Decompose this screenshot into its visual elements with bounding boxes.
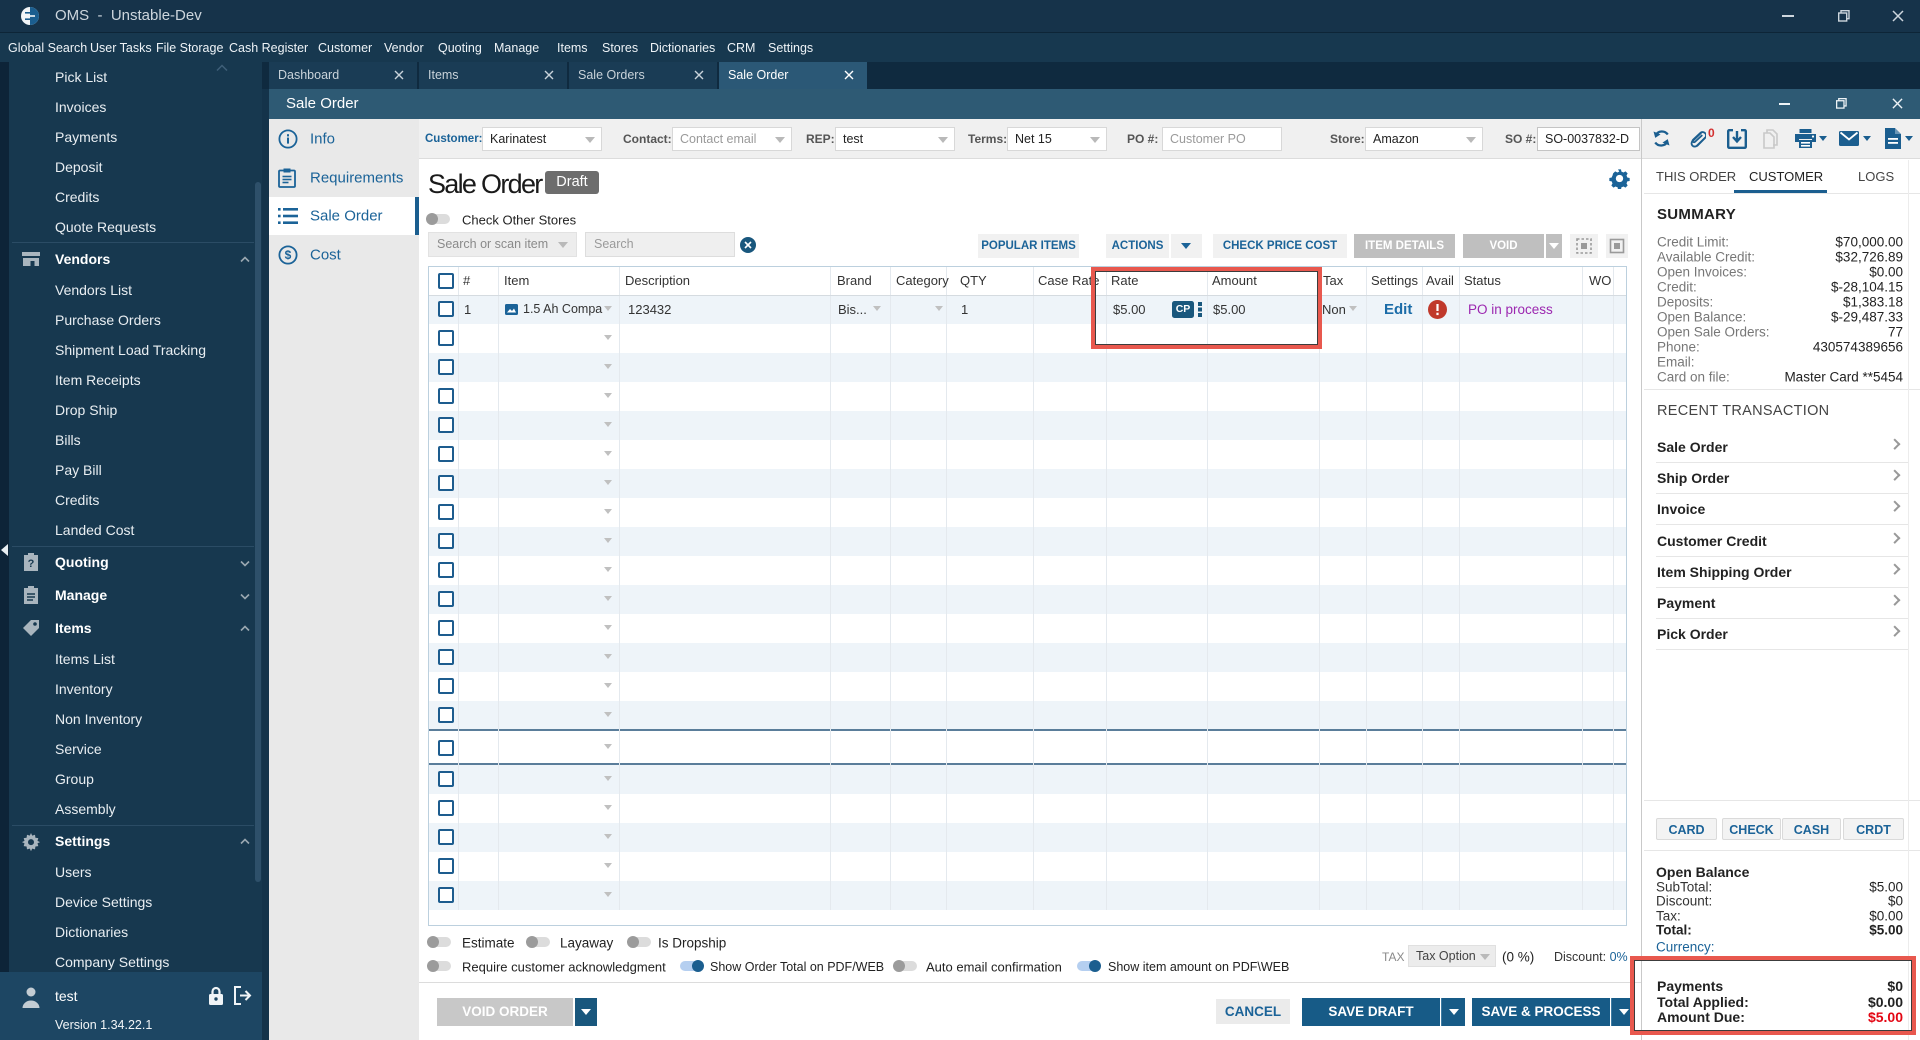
svg-text:?: ? — [28, 558, 35, 570]
svg-text:$: $ — [285, 248, 292, 262]
